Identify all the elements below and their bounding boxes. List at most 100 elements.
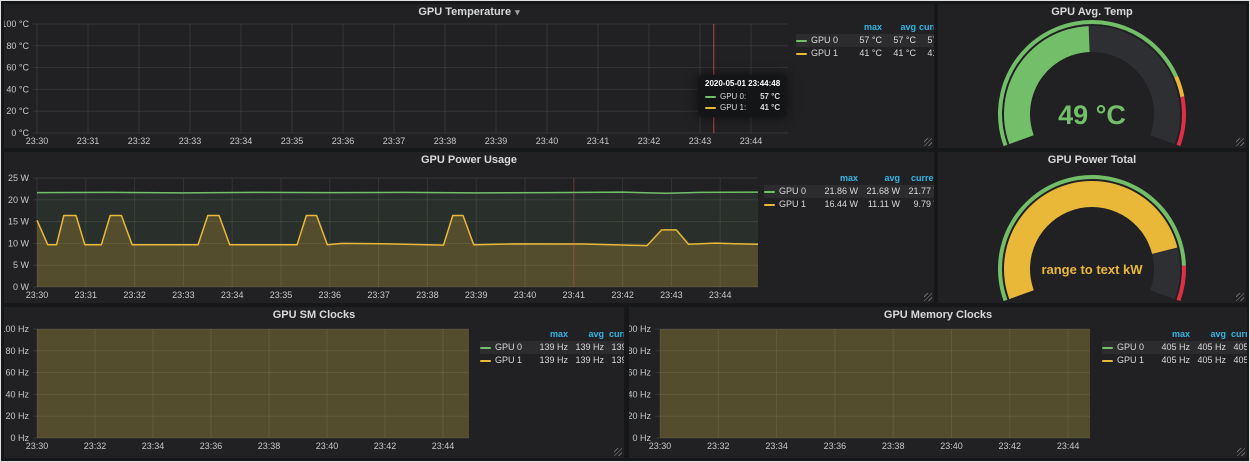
panel-resize-handle[interactable] xyxy=(1236,138,1244,146)
y-tick-label: 5 W xyxy=(13,260,30,270)
series-color-dash-icon xyxy=(764,204,775,206)
legend-row: GPU 021.86 W21.68 W21.77 W xyxy=(764,185,934,198)
legend-gpu-memory-clocks: maxavgcurrentGPU 0405 Hz405 Hz405 HzGPU … xyxy=(1102,328,1247,367)
legend-value: 41 °C xyxy=(848,47,882,60)
series-color-dash-icon xyxy=(1102,360,1113,362)
panel-title-text[interactable]: GPU Power Total xyxy=(1048,154,1136,166)
panel-resize-handle[interactable] xyxy=(924,293,932,301)
series-color-dash-icon xyxy=(480,347,491,349)
x-tick-label: 23:33 xyxy=(172,290,195,300)
panel-gpu-power-total: GPU Power Total range to text kW xyxy=(938,152,1246,303)
legend-series-label[interactable]: GPU 1 xyxy=(480,354,532,367)
x-tick-label: 23:40 xyxy=(316,441,339,451)
legend-series-label[interactable]: GPU 1 xyxy=(1102,354,1154,367)
y-tick-label: 80 Hz xyxy=(629,346,651,356)
x-tick-label: 23:39 xyxy=(485,136,508,146)
y-tick-label: 15 W xyxy=(8,217,30,227)
panel-header-gpu-memory-clocks[interactable]: GPU Memory Clocks xyxy=(629,309,1247,321)
y-tick-label: 10 W xyxy=(8,238,30,248)
x-tick-label: 23:36 xyxy=(824,441,847,451)
legend-header-max[interactable]: max xyxy=(1154,328,1190,341)
legend-value: 405 Hz xyxy=(1154,354,1190,367)
panel-resize-handle[interactable] xyxy=(1236,293,1244,301)
tooltip-series-row: GPU 1:41 °C xyxy=(705,102,780,113)
x-tick-label: 23:30 xyxy=(26,290,49,300)
panel-header-gpu-power-usage[interactable]: GPU Power Usage xyxy=(4,154,934,166)
legend-value: 405 Hz xyxy=(1190,354,1226,367)
legend-header-max[interactable]: max xyxy=(848,21,882,34)
legend-value: 139 Hz xyxy=(568,354,604,367)
panel-title-text[interactable]: GPU Memory Clocks xyxy=(884,309,992,321)
legend-value: 21.68 W xyxy=(858,185,900,198)
legend-series-label[interactable]: GPU 0 xyxy=(480,341,532,354)
y-tick-label: 20 W xyxy=(8,195,30,205)
x-tick-label: 23:42 xyxy=(374,441,397,451)
legend-header-current[interactable]: current xyxy=(604,328,624,341)
series-color-dash-icon xyxy=(480,360,491,362)
panel-resize-handle[interactable] xyxy=(1237,448,1245,456)
panel-header-gpu-temperature[interactable]: GPU Temperature▾ xyxy=(4,6,934,18)
y-tick-label: 60 °C xyxy=(6,63,29,73)
legend-value: 139 Hz xyxy=(604,341,624,354)
series-color-dash-icon xyxy=(764,191,775,193)
legend-header-current[interactable]: current xyxy=(916,21,934,34)
y-tick-label: 100 °C xyxy=(4,19,29,29)
x-tick-label: 23:43 xyxy=(660,290,683,300)
series-color-dash-icon xyxy=(1102,347,1113,349)
legend-value: 57 °C xyxy=(882,34,916,47)
legend-header-avg[interactable]: avg xyxy=(858,172,900,185)
gpu-power-total-gauge xyxy=(938,152,1246,303)
x-tick-label: 23:34 xyxy=(142,441,165,451)
legend-series-label[interactable]: GPU 0 xyxy=(796,34,848,47)
y-tick-label: 20 Hz xyxy=(629,411,651,421)
legend-header-max[interactable]: max xyxy=(816,172,858,185)
panel-header-gpu-sm-clocks[interactable]: GPU SM Clocks xyxy=(4,309,624,321)
x-tick-label: 23:37 xyxy=(367,290,390,300)
panel-resize-handle[interactable] xyxy=(924,138,932,146)
x-tick-label: 23:40 xyxy=(514,290,537,300)
legend-header-avg[interactable]: avg xyxy=(1190,328,1226,341)
legend-value: 9.79 W xyxy=(900,198,934,211)
legend-series-label[interactable]: GPU 1 xyxy=(764,198,816,211)
legend-gpu-power-usage: maxavgcurrentGPU 021.86 W21.68 W21.77 WG… xyxy=(764,172,934,211)
legend-row: GPU 141 °C41 °C41 °C xyxy=(796,47,934,60)
legend-series-label[interactable]: GPU 1 xyxy=(796,47,848,60)
panel-header-gpu-avg-temp[interactable]: GPU Avg. Temp xyxy=(938,6,1246,18)
gauge-value: range to text kW xyxy=(938,262,1246,277)
legend-header-current[interactable]: current xyxy=(900,172,934,185)
legend-series-label[interactable]: GPU 0 xyxy=(1102,341,1154,354)
x-tick-label: 23:36 xyxy=(200,441,223,451)
legend-series-label[interactable]: GPU 0 xyxy=(764,185,816,198)
x-tick-label: 23:40 xyxy=(940,441,963,451)
legend-header-avg[interactable]: avg xyxy=(882,21,916,34)
legend-row: GPU 0139 Hz139 Hz139 Hz xyxy=(480,341,624,354)
legend-header-avg[interactable]: avg xyxy=(568,328,604,341)
x-tick-label: 23:37 xyxy=(383,136,406,146)
legend-header-current[interactable]: current xyxy=(1226,328,1247,341)
tooltip-series-label: GPU 0: xyxy=(720,92,746,101)
x-tick-label: 23:38 xyxy=(434,136,457,146)
x-tick-label: 23:40 xyxy=(536,136,559,146)
panel-header-gpu-power-total[interactable]: GPU Power Total xyxy=(938,154,1246,166)
legend-gpu-sm-clocks: maxavgcurrentGPU 0139 Hz139 Hz139 HzGPU … xyxy=(480,328,624,367)
panel-title-text[interactable]: GPU Avg. Temp xyxy=(1051,6,1133,18)
panel-gpu-temperature: GPU Temperature▾ 0 °C20 °C40 °C60 °C80 °… xyxy=(4,4,934,148)
y-tick-label: 40 °C xyxy=(6,84,29,94)
x-tick-label: 23:38 xyxy=(882,441,905,451)
x-tick-label: 23:30 xyxy=(649,441,672,451)
x-tick-label: 23:38 xyxy=(258,441,281,451)
panel-title-text[interactable]: GPU Temperature xyxy=(418,6,511,18)
legend-header-max[interactable]: max xyxy=(532,328,568,341)
x-tick-label: 23:34 xyxy=(230,136,253,146)
x-tick-label: 23:38 xyxy=(416,290,439,300)
gpu-temperature-chart[interactable]: 0 °C20 °C40 °C60 °C80 °C100 °C23:3023:31… xyxy=(4,4,934,148)
legend-value: 405 Hz xyxy=(1226,354,1247,367)
x-tick-label: 23:32 xyxy=(707,441,730,451)
panel-title-text[interactable]: GPU SM Clocks xyxy=(273,309,356,321)
x-tick-label: 23:42 xyxy=(638,136,661,146)
legend-header: maxavgcurrent xyxy=(480,328,624,341)
panel-resize-handle[interactable] xyxy=(614,448,622,456)
legend-header: maxavgcurrent xyxy=(1102,328,1247,341)
y-tick-label: 60 Hz xyxy=(5,368,29,378)
panel-title-text[interactable]: GPU Power Usage xyxy=(421,154,517,166)
